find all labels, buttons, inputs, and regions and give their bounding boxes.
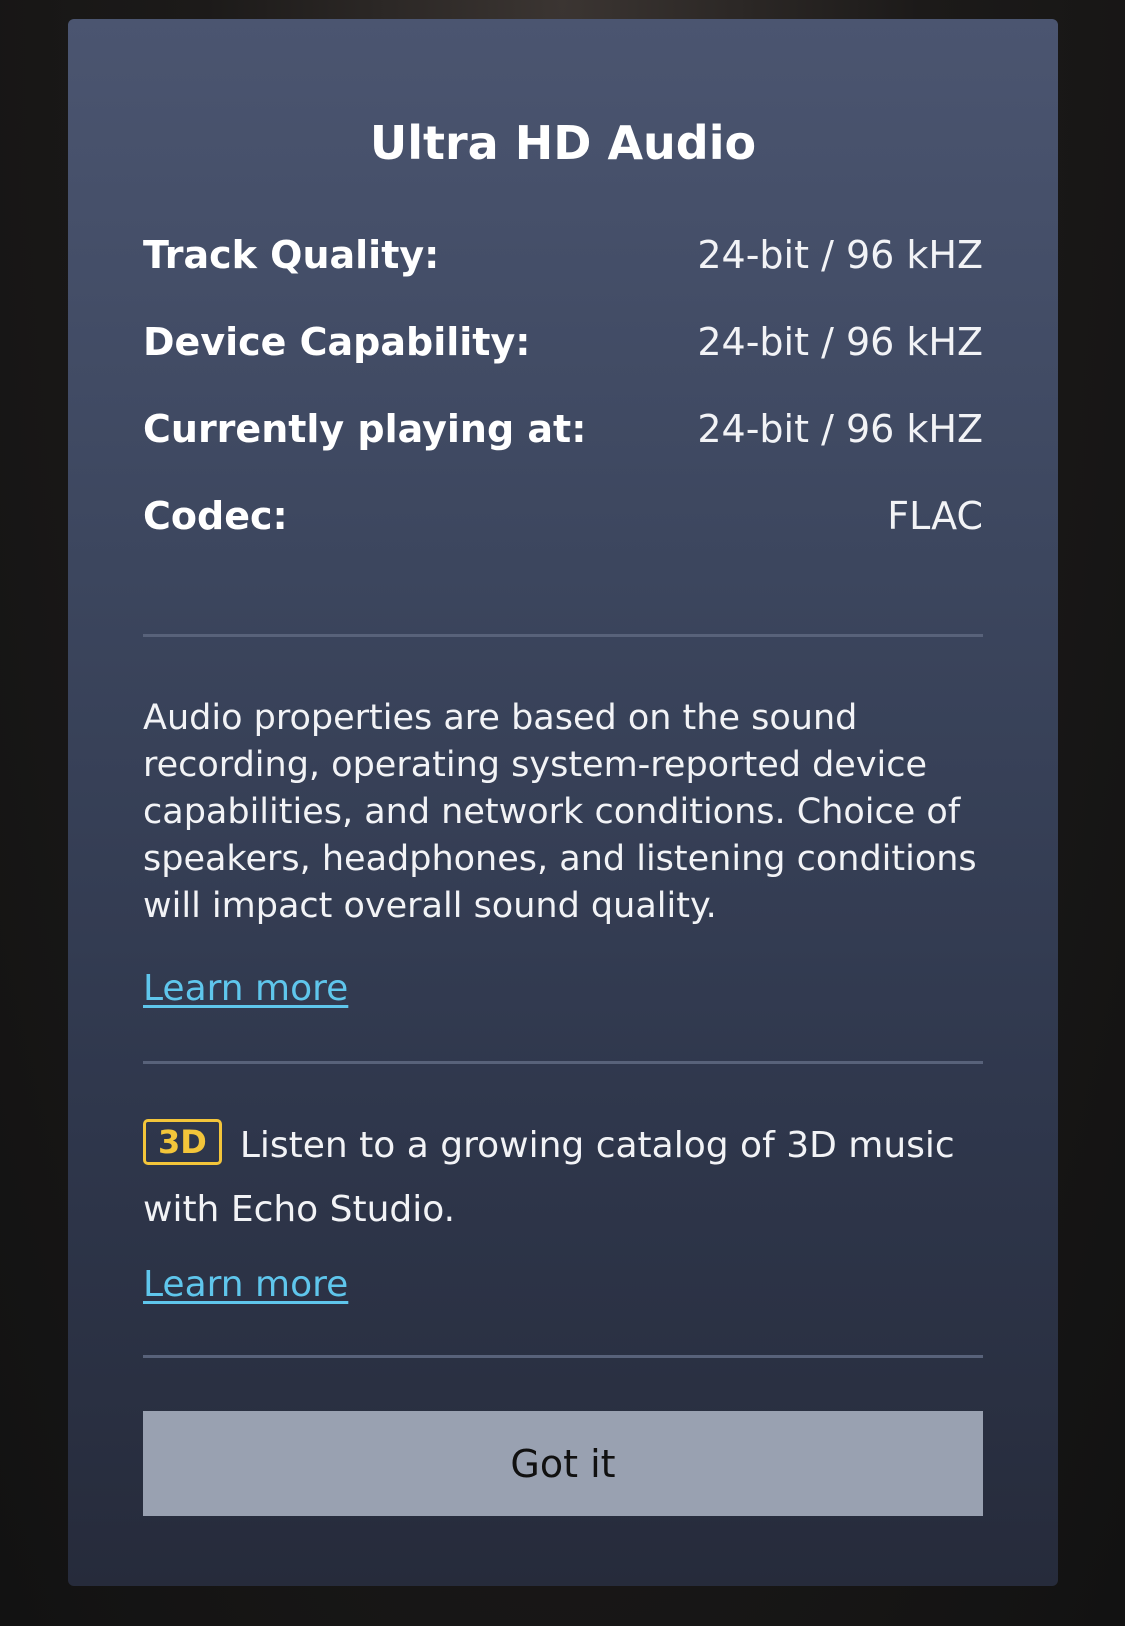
codec-label: Codec:	[143, 493, 288, 538]
codec-value: FLAC	[887, 493, 983, 538]
divider	[143, 1061, 983, 1064]
divider	[143, 634, 983, 637]
track-quality-value: 24-bit / 96 kHZ	[697, 232, 983, 277]
device-capability-label: Device Capability:	[143, 319, 531, 364]
learn-more-link-3d[interactable]: Learn more	[143, 1264, 348, 1305]
ultra-hd-audio-dialog: Ultra HD Audio Track Quality: 24-bit / 9…	[68, 19, 1058, 1586]
codec-row: Codec: FLAC	[143, 472, 983, 559]
3d-music-promo: 3D Listen to a growing catalog of 3D musi…	[143, 1114, 983, 1242]
audio-properties-description: Audio properties are based on the sound …	[143, 698, 977, 926]
got-it-button[interactable]: Got it	[143, 1411, 983, 1516]
3d-promo-text: Listen to a growing catalog of 3D music …	[143, 1125, 955, 1230]
device-capability-value: 24-bit / 96 kHZ	[697, 319, 983, 364]
audio-properties-list: Track Quality: 24-bit / 96 kHZ Device Ca…	[143, 211, 983, 559]
learn-more-link-audio[interactable]: Learn more	[143, 968, 348, 1009]
track-quality-row: Track Quality: 24-bit / 96 kHZ	[143, 211, 983, 298]
track-quality-label: Track Quality:	[143, 232, 440, 277]
divider	[143, 1355, 983, 1358]
device-capability-row: Device Capability: 24-bit / 96 kHZ	[143, 298, 983, 385]
3d-badge-icon: 3D	[143, 1119, 222, 1165]
currently-playing-row: Currently playing at: 24-bit / 96 kHZ	[143, 385, 983, 472]
dialog-title: Ultra HD Audio	[369, 116, 757, 170]
currently-playing-value: 24-bit / 96 kHZ	[697, 406, 983, 451]
currently-playing-label: Currently playing at:	[143, 406, 587, 451]
